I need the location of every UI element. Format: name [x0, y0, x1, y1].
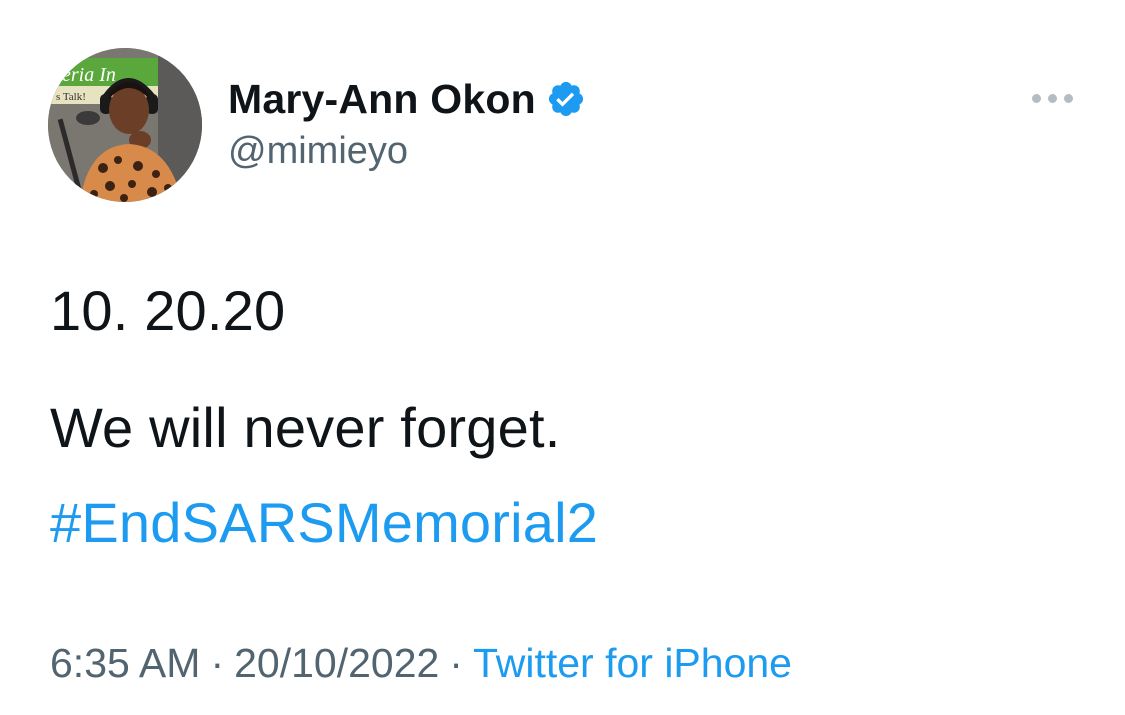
tweet-text-line-2: We will never forget. — [50, 396, 561, 459]
more-options-button[interactable] — [1024, 86, 1080, 110]
author-handle[interactable]: @mimieyo — [228, 130, 408, 173]
hashtag-link[interactable]: #EndSARSMemorial2 — [50, 490, 598, 555]
tweet-time[interactable]: 6:35 AM — [50, 640, 200, 687]
tweet-card: eria In s Talk! Mary-Ann Okon @mimieyo 1… — [0, 0, 1125, 715]
tweet-date[interactable]: 20/10/2022 — [234, 640, 439, 687]
avatar-banner-subtext: s Talk! — [56, 91, 86, 103]
avatar[interactable]: eria In s Talk! — [48, 48, 202, 202]
tweet-source-link[interactable]: Twitter for iPhone — [473, 640, 792, 687]
meta-separator: · — [449, 640, 463, 686]
verified-badge-icon — [546, 79, 586, 119]
more-horizontal-icon-dot — [1063, 93, 1073, 103]
avatar-banner-text: eria In — [62, 64, 116, 86]
tweet-text-line-1: 10. 20.20 — [50, 279, 286, 342]
author-name-row[interactable]: Mary-Ann Okon — [228, 74, 586, 124]
avatar-image: eria In s Talk! — [48, 48, 202, 202]
display-name[interactable]: Mary-Ann Okon — [228, 76, 536, 123]
more-horizontal-icon-dot — [1047, 93, 1057, 103]
more-horizontal-icon — [1031, 93, 1041, 103]
meta-separator: · — [210, 640, 225, 686]
tweet-meta: 6:35 AM · 20/10/2022 · Twitter for iPhon… — [50, 640, 792, 687]
